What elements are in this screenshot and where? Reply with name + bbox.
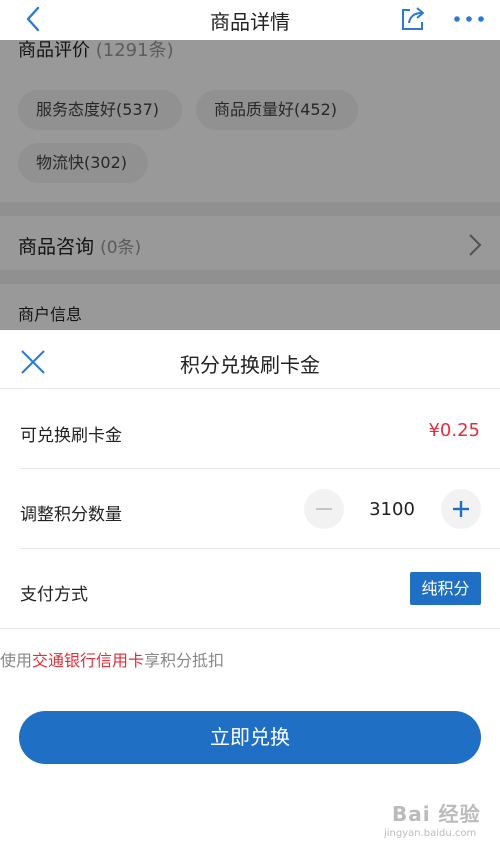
- exchangeable-label: 可兑换刷卡金: [20, 426, 122, 446]
- modal-overlay[interactable]: [0, 40, 500, 330]
- watermark-url: jingyan.baidu.com: [384, 828, 477, 839]
- plus-icon: [453, 501, 469, 517]
- points-exchange-sheet: 积分兑换刷卡金 可兑换刷卡金 ¥0.25 调整积分数量 3100 支付方式 纯积…: [0, 330, 500, 852]
- decrease-points-button[interactable]: [304, 489, 344, 529]
- adjust-points-label: 调整积分数量: [20, 505, 122, 525]
- divider: [20, 548, 500, 549]
- notice-prefix: 使用: [0, 651, 33, 670]
- bank-card-link[interactable]: 交通银行信用卡: [32, 651, 144, 670]
- divider: [20, 468, 500, 469]
- sheet-title: 积分兑换刷卡金: [180, 353, 320, 377]
- top-navbar: 商品详情: [0, 0, 500, 40]
- watermark-text: Bai 经验: [392, 802, 481, 826]
- increase-points-button[interactable]: [441, 489, 481, 529]
- payment-method-badge[interactable]: 纯积分: [410, 572, 481, 605]
- notice-suffix: 享积分抵扣: [144, 651, 225, 670]
- exchange-now-button[interactable]: 立即兑换: [19, 711, 481, 764]
- points-quantity-value[interactable]: 3100: [350, 499, 434, 520]
- payment-method-label: 支付方式: [20, 585, 88, 605]
- divider: [0, 628, 500, 629]
- points-deduction-notice: 使用交通银行信用卡享积分抵扣: [0, 647, 224, 671]
- baidu-jingyan-watermark: Bai 经验 jingyan.baidu.com: [384, 798, 494, 846]
- minus-icon: [316, 508, 332, 510]
- share-icon[interactable]: [398, 4, 428, 34]
- exchangeable-amount: ¥0.25: [428, 420, 480, 441]
- divider: [0, 388, 500, 389]
- more-icon[interactable]: [451, 4, 487, 34]
